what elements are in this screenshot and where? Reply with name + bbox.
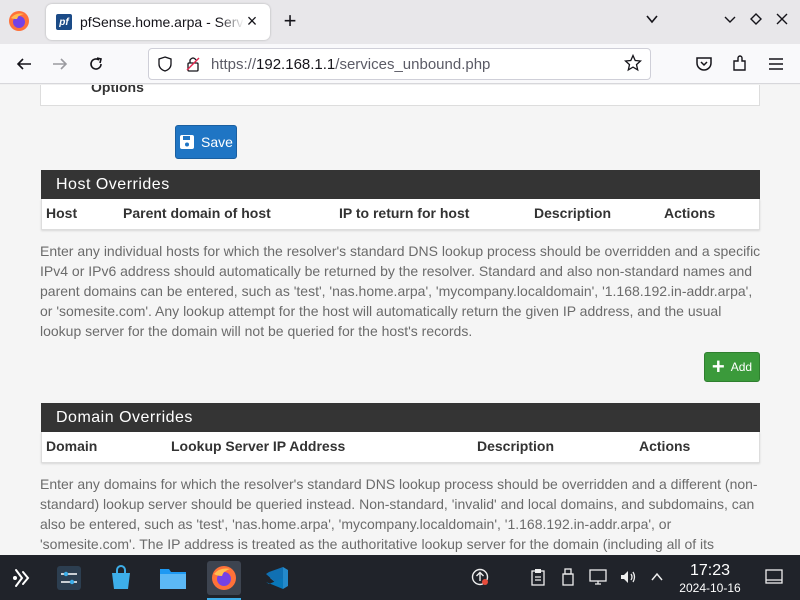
column-description: Description xyxy=(534,205,612,221)
forward-icon[interactable] xyxy=(48,52,72,76)
pfsense-favicon-icon: pf xyxy=(56,14,72,30)
save-button[interactable]: Save xyxy=(175,125,237,159)
close-window-icon[interactable] xyxy=(776,12,788,28)
update-notifier-icon[interactable] xyxy=(470,567,490,587)
file-manager-icon[interactable] xyxy=(156,561,190,595)
clock[interactable]: 17:23 2024-10-16 xyxy=(670,562,750,596)
column-actions: Actions xyxy=(664,205,716,221)
url-text[interactable]: https://192.168.1.1/services_unbound.php xyxy=(211,56,490,73)
add-host-override-button[interactable]: + Add xyxy=(704,352,760,382)
column-ip-return: IP to return for host xyxy=(339,205,470,221)
tray-expand-icon[interactable] xyxy=(647,567,667,587)
floppy-disk-icon xyxy=(180,135,195,149)
firefox-taskbar-icon[interactable] xyxy=(207,561,241,600)
column-description: Description xyxy=(477,438,555,454)
browser-tab-active[interactable]: pf pfSense.home.arpa - Servic × xyxy=(46,4,270,40)
firefox-icon[interactable] xyxy=(8,10,30,32)
domain-overrides-heading: Domain Overrides xyxy=(41,403,760,432)
domain-overrides-help: Enter any domains for which the resolver… xyxy=(40,476,758,552)
browser-navbar: https://192.168.1.1/services_unbound.php xyxy=(0,44,800,84)
bookmark-star-icon[interactable] xyxy=(624,54,642,72)
clipboard-icon[interactable] xyxy=(528,567,548,587)
shield-icon[interactable] xyxy=(157,56,173,72)
show-desktop-icon[interactable] xyxy=(764,567,784,587)
save-button-label: Save xyxy=(201,134,233,150)
new-tab-icon[interactable]: + xyxy=(280,10,300,32)
pocket-icon[interactable] xyxy=(692,52,716,76)
vscode-icon[interactable] xyxy=(260,561,294,595)
removable-device-icon[interactable] xyxy=(558,567,578,587)
plus-icon: + xyxy=(711,354,725,379)
page-content: Options Save Host Overrides Host Parent … xyxy=(0,85,800,555)
column-lookup-server: Lookup Server IP Address xyxy=(171,438,346,454)
app-launcher-icon[interactable] xyxy=(5,561,39,595)
host-overrides-help: Enter any individual hosts for which the… xyxy=(40,243,761,339)
column-actions: Actions xyxy=(639,438,691,454)
host-overrides-heading: Host Overrides xyxy=(41,170,760,199)
extensions-icon[interactable] xyxy=(728,52,752,76)
minimize-icon[interactable] xyxy=(724,12,736,28)
domain-overrides-table-header: Domain Lookup Server IP Address Descript… xyxy=(41,432,760,463)
tab-title: pfSense.home.arpa - Servic xyxy=(80,14,244,30)
volume-icon[interactable] xyxy=(618,567,638,587)
browser-tabstrip: pf pfSense.home.arpa - Servic × + xyxy=(0,0,800,44)
add-button-label: Add xyxy=(730,360,753,374)
url-bar[interactable]: https://192.168.1.1/services_unbound.php xyxy=(148,48,651,80)
discover-store-icon[interactable] xyxy=(104,561,138,595)
back-icon[interactable] xyxy=(12,52,36,76)
maximize-icon[interactable] xyxy=(750,12,762,28)
options-panel: Options xyxy=(40,85,760,106)
options-label: Options xyxy=(91,85,144,95)
clock-date: 2024-10-16 xyxy=(679,581,741,595)
column-domain: Domain xyxy=(46,438,98,454)
reload-icon[interactable] xyxy=(84,52,108,76)
host-overrides-table-header: Host Parent domain of host IP to return … xyxy=(41,199,760,230)
menu-icon[interactable] xyxy=(764,52,788,76)
system-settings-icon[interactable] xyxy=(52,561,86,595)
column-parent-domain: Parent domain of host xyxy=(123,205,271,221)
column-host: Host xyxy=(46,205,78,221)
taskbar: 17:23 2024-10-16 xyxy=(0,555,800,600)
tab-close-icon[interactable]: × xyxy=(244,12,260,30)
network-icon[interactable] xyxy=(588,567,608,587)
lock-warning-icon[interactable] xyxy=(185,56,201,72)
clock-time: 17:23 xyxy=(689,562,731,579)
list-all-tabs-icon[interactable] xyxy=(645,12,659,29)
